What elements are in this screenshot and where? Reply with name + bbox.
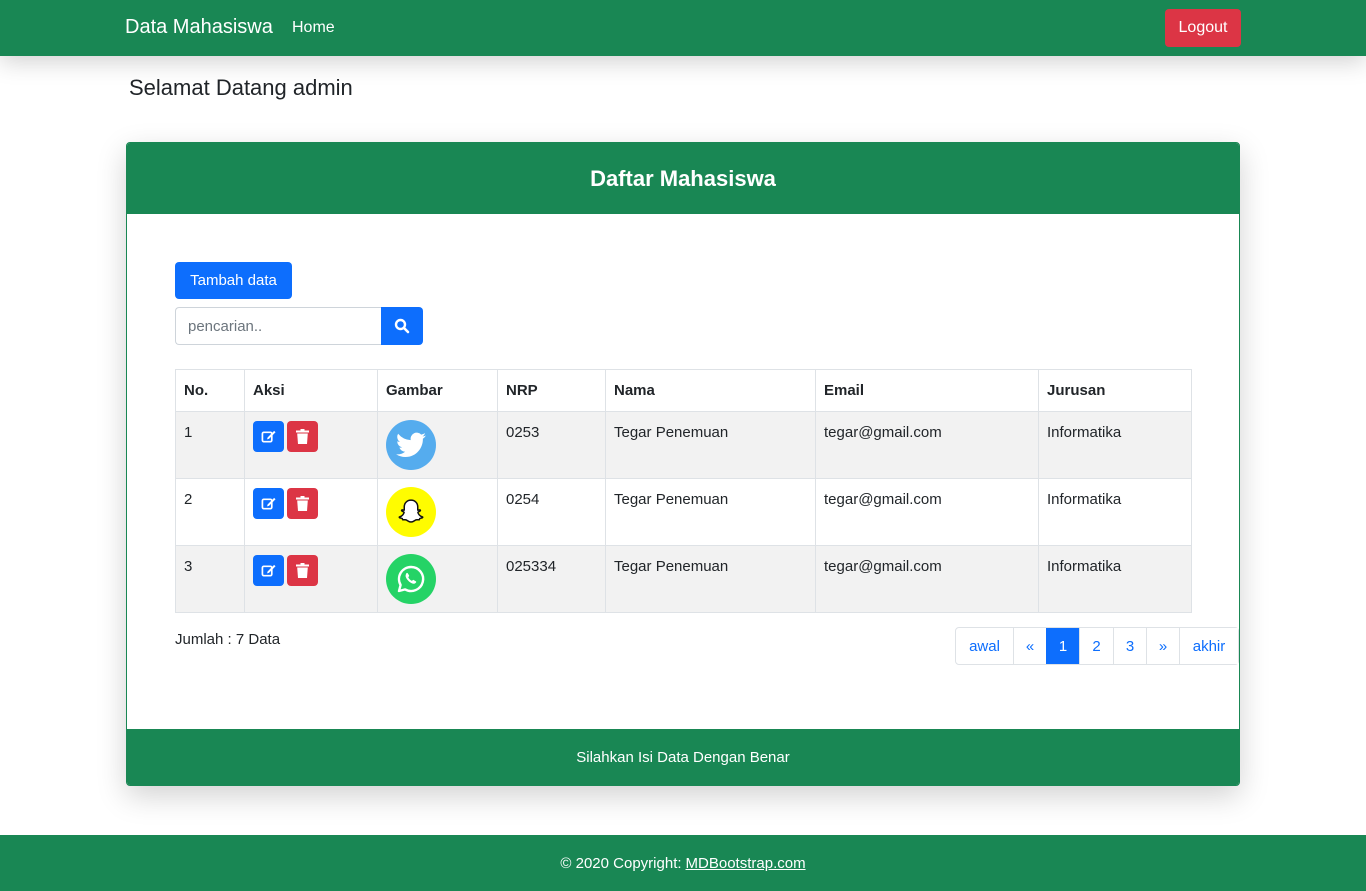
table-row: 2 0254 Tegar Penemuan tegar@gmail.com In…: [175, 478, 1192, 546]
cell-jurusan: Informatika: [1038, 411, 1192, 479]
cell-email: tegar@gmail.com: [815, 545, 1039, 613]
cell-nrp: 025334: [497, 545, 606, 613]
table-header-row: No. Aksi Gambar NRP Nama Email Jurusan: [175, 369, 1192, 412]
column-header-nama: Nama: [605, 369, 816, 412]
snapchat-icon: [386, 487, 436, 537]
twitter-icon: [386, 420, 436, 470]
search-input[interactable]: [175, 307, 382, 345]
delete-button[interactable]: [287, 555, 318, 586]
cell-gambar: [377, 545, 498, 613]
table-row: 3 025334 Tegar Penemuan tegar@gmail.com …: [175, 545, 1192, 613]
edit-icon: [261, 564, 276, 577]
column-header-gambar: Gambar: [377, 369, 498, 412]
cell-jurusan: Informatika: [1038, 545, 1192, 613]
student-card: Daftar Mahasiswa Tambah data No. Aksi Ga…: [126, 142, 1240, 786]
cell-aksi: [244, 545, 378, 613]
edit-icon: [261, 430, 276, 443]
trash-icon: [296, 429, 309, 444]
card-footer: Silahkan Isi Data Dengan Benar: [127, 729, 1239, 785]
column-header-email: Email: [815, 369, 1039, 412]
trash-icon: [296, 563, 309, 578]
page-first[interactable]: awal: [956, 628, 1013, 664]
copyright-text: © 2020 Copyright:: [560, 854, 682, 872]
page-next[interactable]: »: [1146, 628, 1179, 664]
delete-button[interactable]: [287, 421, 318, 452]
trash-icon: [296, 496, 309, 511]
cell-gambar: [377, 411, 498, 479]
copyright-link[interactable]: MDBootstrap.com: [686, 855, 806, 872]
cell-aksi: [244, 411, 378, 479]
cell-jurusan: Informatika: [1038, 478, 1192, 546]
column-header-jurusan: Jurusan: [1038, 369, 1192, 412]
cell-no: 1: [175, 411, 245, 479]
cell-email: tegar@gmail.com: [815, 411, 1039, 479]
welcome-heading: Selamat Datang admin: [129, 75, 353, 100]
edit-button[interactable]: [253, 555, 284, 586]
student-table: No. Aksi Gambar NRP Nama Email Jurusan 1: [175, 369, 1192, 613]
cell-nrp: 0254: [497, 478, 606, 546]
cell-email: tegar@gmail.com: [815, 478, 1039, 546]
page-last[interactable]: akhir: [1179, 628, 1238, 664]
site-footer: © 2020 Copyright: MDBootstrap.com: [0, 835, 1366, 891]
card-title: Daftar Mahasiswa: [127, 143, 1239, 214]
cell-nrp: 0253: [497, 411, 606, 479]
page-2[interactable]: 2: [1079, 628, 1113, 664]
column-header-no: No.: [175, 369, 245, 412]
data-count: Jumlah : 7 Data: [175, 631, 281, 648]
whatsapp-icon: [386, 554, 436, 604]
cell-aksi: [244, 478, 378, 546]
cell-nama: Tegar Penemuan: [605, 411, 816, 479]
pagination: awal « 1 2 3 » akhir: [955, 627, 1239, 665]
column-header-aksi: Aksi: [244, 369, 378, 412]
search-button[interactable]: [381, 307, 423, 345]
delete-button[interactable]: [287, 488, 318, 519]
logout-button[interactable]: Logout: [1165, 9, 1241, 47]
nav-home-link[interactable]: Home: [292, 19, 335, 37]
table-row: 1 0253 Tegar Penemuan tegar@gmail.com In…: [175, 411, 1192, 479]
cell-no: 2: [175, 478, 245, 546]
cell-gambar: [377, 478, 498, 546]
add-data-button[interactable]: Tambah data: [175, 262, 292, 299]
edit-button[interactable]: [253, 421, 284, 452]
page-1[interactable]: 1: [1046, 628, 1079, 664]
column-header-nrp: NRP: [497, 369, 606, 412]
page-prev[interactable]: «: [1013, 628, 1046, 664]
cell-nama: Tegar Penemuan: [605, 545, 816, 613]
navbar-brand[interactable]: Data Mahasiswa: [125, 16, 273, 39]
cell-nama: Tegar Penemuan: [605, 478, 816, 546]
search-icon: [394, 318, 410, 334]
navbar: Data Mahasiswa Home Logout: [0, 0, 1366, 56]
cell-no: 3: [175, 545, 245, 613]
page-3[interactable]: 3: [1113, 628, 1146, 664]
edit-button[interactable]: [253, 488, 284, 519]
edit-icon: [261, 497, 276, 510]
